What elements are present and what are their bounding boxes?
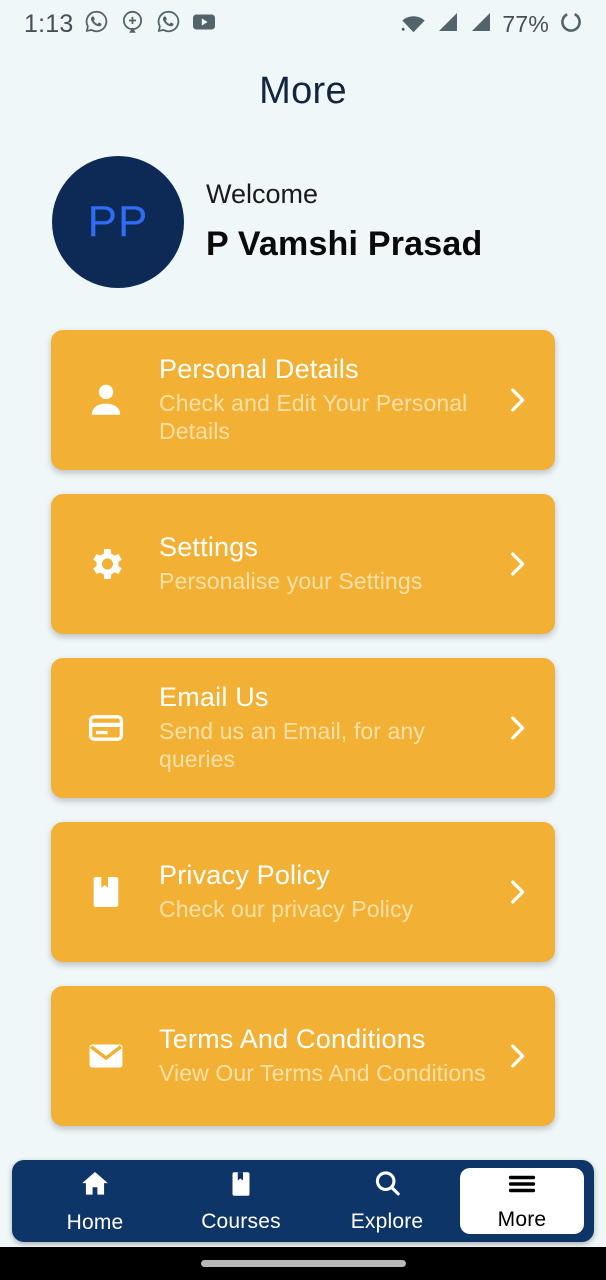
welcome-block: Welcome P Vamshi Prasad (206, 180, 482, 263)
menu-card-title: Personal Details (159, 354, 359, 385)
wifi-icon (400, 11, 427, 38)
plus-circle-icon (120, 9, 145, 39)
menu-card-text: Personal Details Check and Edit Your Per… (137, 354, 497, 445)
menu-card-subtitle: View Our Terms And Conditions (159, 1060, 486, 1087)
menu-card-terms-and-conditions[interactable]: Terms And Conditions View Our Terms And … (51, 986, 555, 1126)
menu-card-subtitle: Personalise your Settings (159, 568, 423, 595)
chevron-right-icon[interactable] (497, 383, 537, 417)
menu-card-title: Settings (159, 532, 259, 563)
page-title: More (259, 70, 347, 112)
home-icon (79, 1168, 111, 1205)
menu-card-title: Terms And Conditions (159, 1024, 426, 1055)
menu-card-text: Settings Personalise your Settings (137, 532, 497, 596)
nav-item-courses[interactable]: Courses (168, 1160, 314, 1242)
search-icon (372, 1168, 403, 1204)
menu-card-subtitle: Send us an Email, for any queries (159, 718, 425, 773)
menu-card-title: Email Us (159, 682, 269, 713)
gear-icon (75, 544, 137, 584)
nav-item-label: Courses (201, 1209, 281, 1233)
avatar-initials: PP (87, 197, 149, 246)
app-screen: 1:13 77% More PP Welcome P Vamshi Prasad… (0, 0, 606, 1280)
signal-icon (436, 11, 460, 38)
book-bookmark-icon (75, 872, 137, 912)
menu-card-title: Privacy Policy (159, 860, 330, 891)
chevron-right-icon[interactable] (497, 711, 537, 745)
whatsapp-icon (156, 9, 181, 39)
nav-item-home[interactable]: Home (22, 1160, 168, 1242)
home-indicator[interactable] (200, 1260, 406, 1267)
battery-percent: 77% (502, 10, 549, 37)
menu-card-email-us[interactable]: Email Us Send us an Email, for any queri… (51, 658, 555, 798)
gesture-bar (0, 1247, 606, 1280)
menu-card-text: Email Us Send us an Email, for any queri… (137, 682, 497, 773)
envelope-icon (75, 1035, 137, 1077)
signal-icon (469, 11, 493, 38)
menu-card-privacy-policy[interactable]: Privacy Policy Check our privacy Policy (51, 822, 555, 962)
chevron-right-icon[interactable] (497, 1039, 537, 1073)
battery-icon (558, 9, 584, 40)
menu-card-text: Terms And Conditions View Our Terms And … (137, 1024, 497, 1088)
user-name: P Vamshi Prasad (206, 225, 483, 264)
menu-card-text: Privacy Policy Check our privacy Policy (137, 860, 497, 924)
person-icon (75, 379, 137, 421)
nav-item-more[interactable]: More (460, 1168, 584, 1234)
youtube-icon (192, 12, 216, 37)
credit-card-icon (75, 707, 137, 749)
status-time: 1:13 (24, 9, 74, 38)
menu-card-subtitle: Check and Edit Your Personal Details (159, 390, 468, 445)
avatar[interactable]: PP (52, 156, 184, 288)
status-bar-right: 77% (400, 9, 584, 40)
profile-header: PP Welcome P Vamshi Prasad (0, 122, 606, 288)
nav-item-explore[interactable]: Explore (314, 1160, 460, 1242)
menu-card-list: Personal Details Check and Edit Your Per… (0, 330, 606, 1126)
nav-item-label: Home (66, 1210, 124, 1234)
nav-item-label: Explore (350, 1210, 424, 1233)
chevron-right-icon[interactable] (497, 547, 537, 581)
bottom-navigation: Home Courses Explore More (12, 1160, 594, 1242)
menu-card-settings[interactable]: Settings Personalise your Settings (51, 494, 555, 634)
menu-card-subtitle: Check our privacy Policy (159, 896, 414, 923)
status-bar: 1:13 77% (0, 0, 606, 48)
book-bookmark-icon (226, 1169, 256, 1204)
whatsapp-icon (84, 9, 109, 39)
status-bar-left: 1:13 (24, 9, 216, 39)
welcome-label: Welcome (206, 179, 319, 210)
chevron-right-icon[interactable] (497, 875, 537, 909)
hamburger-icon (506, 1171, 538, 1202)
menu-card-personal-details[interactable]: Personal Details Check and Edit Your Per… (51, 330, 555, 470)
nav-item-label: More (497, 1207, 547, 1231)
